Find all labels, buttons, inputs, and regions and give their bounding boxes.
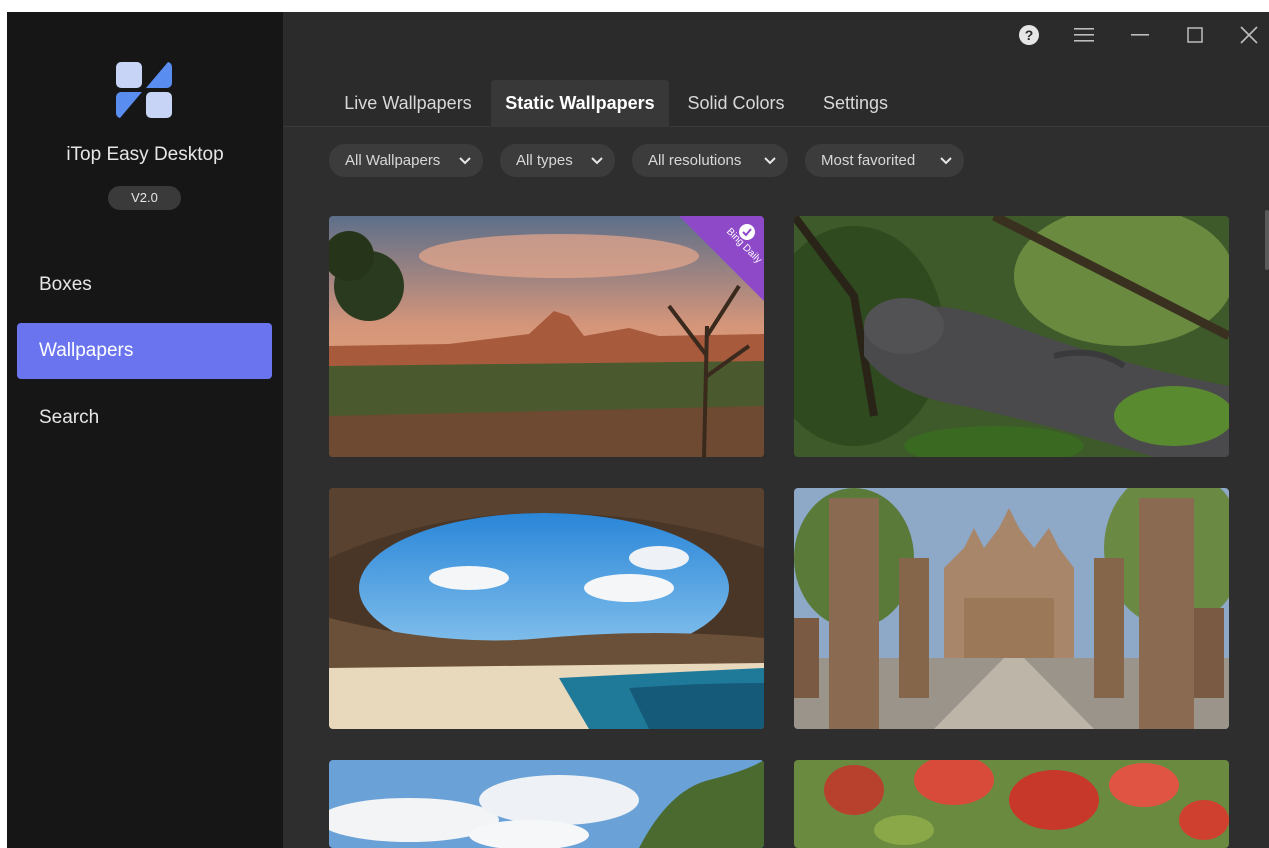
maximize-icon: [1187, 27, 1203, 43]
wallpaper-tile-desert[interactable]: Bing Daily: [329, 216, 764, 457]
wallpaper-tile-cave-beach[interactable]: [329, 488, 764, 729]
app-logo: [116, 62, 172, 118]
wallpaper-image: [794, 216, 1229, 457]
menu-icon: [1074, 28, 1094, 42]
wallpaper-content: All Wallpapers All types All resolutions…: [283, 127, 1269, 848]
wallpaper-image: [329, 760, 764, 848]
wallpaper-image: Bing Daily: [329, 216, 764, 457]
tab-bar: Live Wallpapers Static Wallpapers Solid …: [283, 80, 1269, 127]
menu-button[interactable]: [1069, 20, 1099, 50]
filter-most-favorited[interactable]: Most favorited: [805, 144, 964, 177]
wallpaper-tile-sky-hill[interactable]: [329, 760, 764, 848]
chevron-down-icon: [591, 157, 603, 165]
sidebar-item-boxes[interactable]: Boxes: [17, 257, 272, 313]
chevron-down-icon: [940, 157, 952, 165]
tab-static-wallpapers[interactable]: Static Wallpapers: [491, 80, 669, 127]
wallpaper-image: [794, 488, 1229, 729]
filter-all-types[interactable]: All types: [500, 144, 615, 177]
app-window: iTop Easy Desktop V2.0 Boxes Wallpapers …: [7, 12, 1269, 848]
wallpaper-image: [329, 488, 764, 729]
wallpaper-image: [794, 760, 1229, 848]
wallpaper-tile-temple-ruins[interactable]: [794, 488, 1229, 729]
chevron-down-icon: [459, 157, 471, 165]
close-icon: [1240, 26, 1258, 44]
filter-all-wallpapers[interactable]: All Wallpapers: [329, 144, 483, 177]
minimize-icon: [1131, 34, 1149, 36]
scrollbar[interactable]: [1265, 210, 1269, 270]
filter-label: All Wallpapers: [345, 152, 441, 169]
help-button[interactable]: ?: [1017, 20, 1041, 50]
maximize-button[interactable]: [1180, 20, 1210, 50]
filter-label: All types: [516, 152, 573, 169]
tab-solid-colors[interactable]: Solid Colors: [677, 80, 795, 127]
chevron-down-icon: [764, 157, 776, 165]
filter-label: Most favorited: [821, 152, 916, 169]
sidebar-item-wallpapers[interactable]: Wallpapers: [17, 323, 272, 379]
sidebar: iTop Easy Desktop V2.0 Boxes Wallpapers …: [7, 12, 283, 848]
help-icon: ?: [1019, 25, 1039, 45]
wallpaper-tile-flowers[interactable]: [794, 760, 1229, 848]
minimize-button[interactable]: [1125, 20, 1155, 50]
filter-label: All resolutions: [648, 152, 742, 169]
close-button[interactable]: [1234, 20, 1264, 50]
tab-live-wallpapers[interactable]: Live Wallpapers: [333, 80, 483, 127]
sidebar-item-search[interactable]: Search: [17, 390, 272, 446]
app-name: iTop Easy Desktop: [66, 144, 224, 165]
filter-all-resolutions[interactable]: All resolutions: [632, 144, 788, 177]
wallpaper-tile-rhino[interactable]: [794, 216, 1229, 457]
tab-settings[interactable]: Settings: [808, 80, 903, 127]
version-badge: V2.0: [108, 186, 181, 210]
